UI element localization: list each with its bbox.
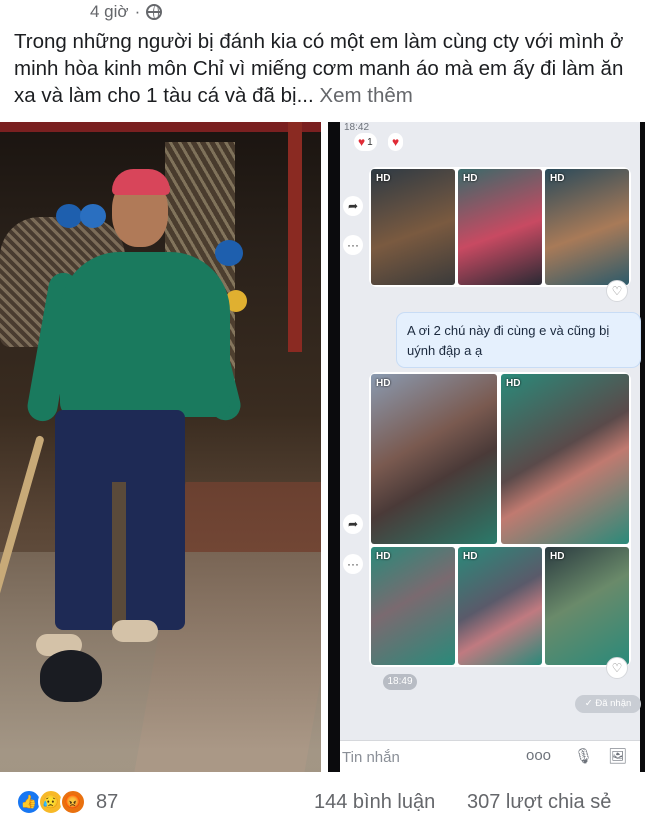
like-icon[interactable]: ♡ [606, 280, 628, 302]
black-cap-on-floor [40, 650, 102, 702]
image-grid-2: HD HD HD HD HD [369, 372, 631, 667]
boat-beam [0, 122, 321, 132]
person-cap [112, 169, 170, 195]
meta-separator: · [134, 2, 141, 21]
buoy [80, 204, 106, 228]
hd-badge: HD [506, 378, 521, 389]
chat-photo[interactable]: HD [545, 547, 629, 665]
more-icon[interactable]: ··· [343, 235, 363, 255]
image-icon[interactable]: 🖼 [608, 747, 627, 765]
hd-badge: HD [376, 378, 391, 389]
chat-top-time: 18:42 [344, 122, 370, 133]
received-label: Đã nhận [595, 698, 632, 709]
microphone-icon[interactable]: 🎙 [574, 747, 593, 765]
reaction-count[interactable]: 87 [96, 791, 118, 814]
hd-badge: HD [463, 173, 478, 184]
hd-badge: HD [463, 551, 478, 562]
globe-icon [146, 4, 163, 20]
chat-photo[interactable]: HD [371, 547, 455, 665]
chat-photo[interactable]: HD [371, 169, 455, 285]
message-time: 18:49 [383, 674, 417, 690]
reaction-pill-heart: ♥ [388, 133, 404, 151]
chat-photo[interactable]: HD [501, 374, 629, 544]
reaction-pill: ♥ 1 [354, 133, 377, 151]
message-input-bar[interactable]: Tin nhắn ooo 🎙 🖼 [340, 740, 640, 772]
legs-gap [112, 482, 126, 632]
chat-message: A ơi 2 chú này đi cùng e và cũng bị uýnh… [396, 312, 641, 368]
post-footer: 👍 😥 😡 87 144 bình luận 307 lượt chia sẻ [0, 784, 645, 824]
chat-photo[interactable]: HD [458, 547, 542, 665]
post-photo-right[interactable]: 18:42 ♥ 1 ♥ ➦ ··· HD HD HD ♡ A ơi 2 chú … [328, 122, 645, 772]
hd-badge: HD [376, 173, 391, 184]
hd-badge: HD [550, 551, 565, 562]
heart-icon: ♥ [392, 135, 400, 149]
hd-badge: HD [376, 551, 391, 562]
boat-post [288, 122, 302, 352]
reaction-icons[interactable]: 👍 😥 😡 [16, 789, 96, 815]
post-meta: 4 giờ · [90, 2, 163, 22]
like-icon[interactable]: ♡ [606, 657, 628, 679]
person-foot [112, 620, 158, 642]
buoy [56, 204, 82, 228]
message-input-placeholder[interactable]: Tin nhắn [342, 749, 400, 766]
see-more-link[interactable]: Xem thêm [319, 84, 412, 107]
received-status: ✓ Đã nhận [575, 695, 641, 713]
comments-count[interactable]: 144 bình luận [314, 791, 435, 814]
chat-photo[interactable]: HD [458, 169, 542, 285]
post-timestamp[interactable]: 4 giờ [90, 2, 129, 22]
chat-photo[interactable]: HD [545, 169, 629, 285]
more-icon[interactable]: ooo [526, 747, 551, 764]
post-photo-left[interactable] [0, 122, 321, 772]
person-shirt [60, 252, 230, 417]
forward-icon[interactable]: ➦ [343, 196, 363, 216]
angry-icon: 😡 [60, 789, 86, 815]
more-icon[interactable]: ··· [343, 554, 363, 574]
chat-photo[interactable]: HD [371, 374, 497, 544]
chat-screenshot: 18:42 ♥ 1 ♥ ➦ ··· HD HD HD ♡ A ơi 2 chú … [340, 122, 641, 772]
heart-icon: ♥ [358, 135, 366, 149]
reaction-count: 1 [367, 136, 373, 148]
hd-badge: HD [550, 173, 565, 184]
post-text: Trong những người bị đánh kia có một em … [14, 28, 634, 109]
shares-count[interactable]: 307 lượt chia sẻ [467, 791, 611, 814]
forward-icon[interactable]: ➦ [343, 514, 363, 534]
image-grid-1: HD HD HD [369, 167, 631, 287]
buoy [215, 240, 243, 266]
